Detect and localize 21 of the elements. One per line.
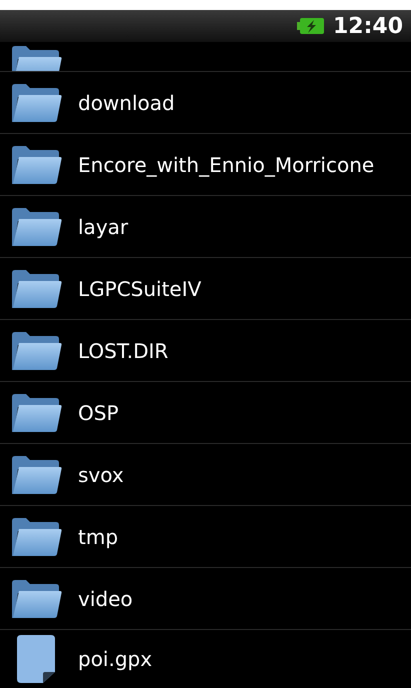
file-list-item[interactable]: layar — [0, 196, 411, 258]
folder-icon — [10, 454, 62, 494]
folder-icon — [10, 392, 62, 432]
clock: 12:40 — [332, 12, 403, 40]
folder-icon — [10, 82, 62, 122]
file-list-item[interactable]: tmp — [0, 506, 411, 568]
file-icon — [15, 634, 57, 684]
file-list-item[interactable]: svox — [0, 444, 411, 506]
folder-icon — [10, 144, 62, 184]
file-list-item[interactable]: OSP — [0, 382, 411, 444]
folder-icon — [10, 206, 62, 246]
file-list-item[interactable]: LGPCSuiteIV — [0, 258, 411, 320]
folder-icon — [10, 516, 62, 556]
folder-icon — [10, 578, 62, 618]
file-list-item[interactable]: download — [0, 72, 411, 134]
file-list-item[interactable]: video — [0, 568, 411, 630]
folder-icon — [10, 330, 62, 370]
file-list-item[interactable]: LOST.DIR — [0, 320, 411, 382]
file-list-item[interactable]: poi.gpx — [0, 630, 411, 688]
file-list-item[interactable]: Encore_with_Ennio_Morricone — [0, 134, 411, 196]
folder-icon — [10, 268, 62, 308]
